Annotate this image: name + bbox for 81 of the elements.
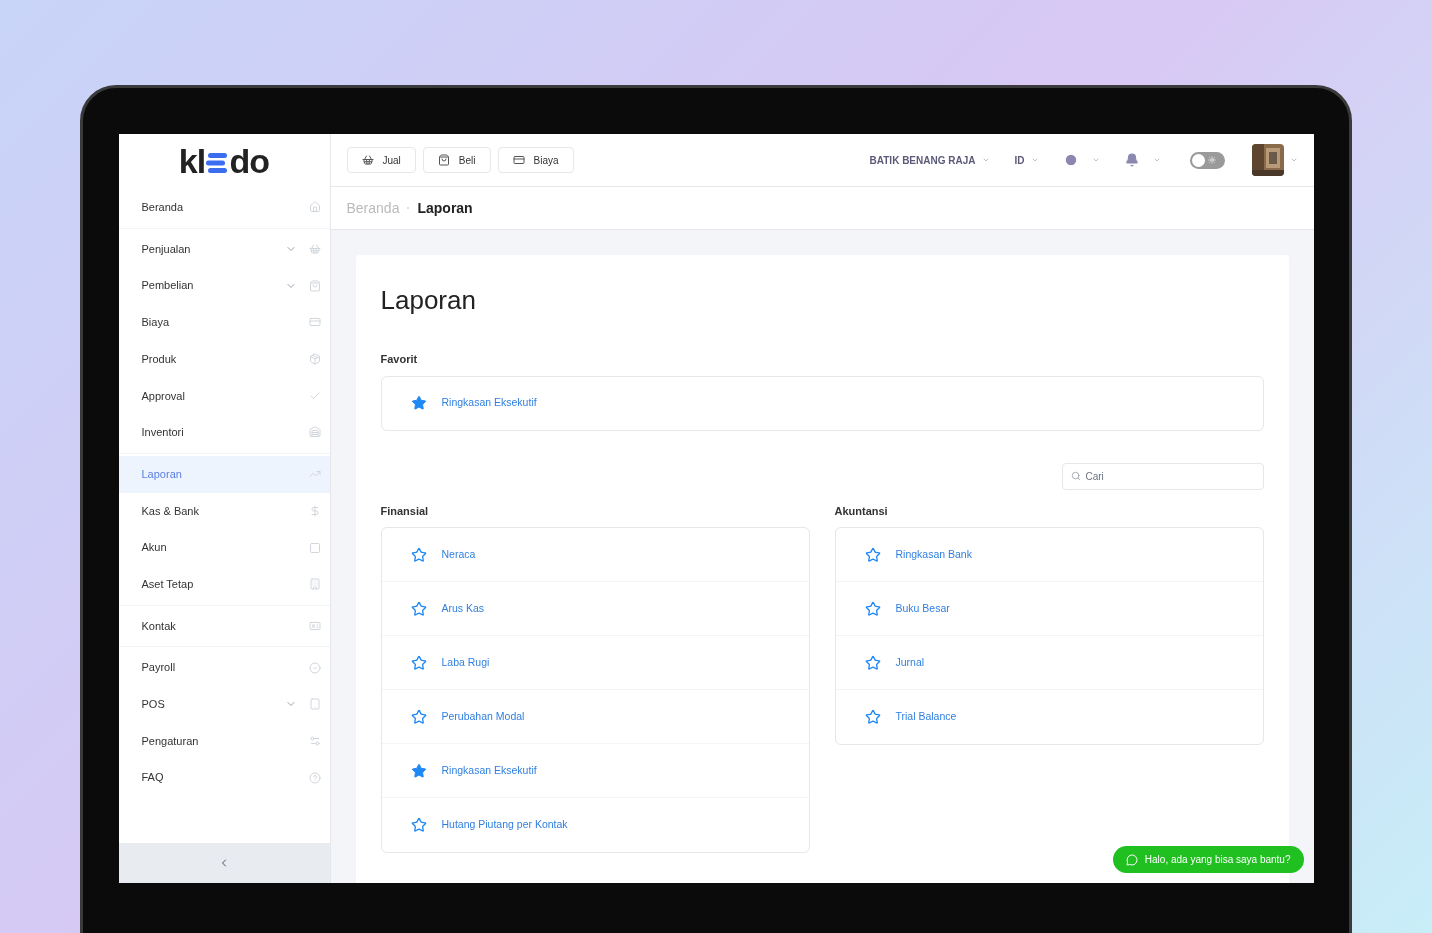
star-icon[interactable] bbox=[864, 654, 881, 671]
sidebar-item[interactable]: Payroll bbox=[118, 649, 330, 686]
avatar-button[interactable] bbox=[1251, 144, 1298, 176]
logo-text: kl bbox=[178, 143, 206, 178]
history-button[interactable] bbox=[1063, 153, 1100, 167]
search-field[interactable]: Cari bbox=[1061, 462, 1264, 490]
card-icon bbox=[512, 154, 525, 166]
sidebar-item[interactable]: Kontak bbox=[118, 607, 330, 645]
star-icon[interactable] bbox=[864, 600, 881, 617]
report-link[interactable]: Ringkasan Bank bbox=[895, 546, 972, 563]
sidebar-item[interactable]: Inventori bbox=[118, 414, 330, 451]
sidebar-item[interactable]: FAQ bbox=[118, 759, 330, 796]
star-icon[interactable] bbox=[410, 546, 427, 563]
sidebar-item[interactable]: Approval bbox=[118, 377, 330, 415]
star-icon[interactable] bbox=[410, 654, 427, 671]
sidebar-item[interactable]: Aset Tetap bbox=[118, 565, 330, 603]
caret-icon bbox=[1091, 156, 1100, 164]
basket-icon bbox=[308, 243, 321, 256]
bag-icon bbox=[437, 154, 450, 166]
caret-icon bbox=[981, 156, 990, 164]
sidebar-item[interactable]: Beranda bbox=[118, 189, 330, 226]
bell-icon bbox=[1124, 153, 1139, 167]
company-dropdown[interactable]: BATIK BENANG RAJA bbox=[869, 152, 990, 168]
tablet-icon bbox=[308, 698, 321, 711]
sidebar-item[interactable]: Laporan bbox=[118, 455, 330, 493]
report-link[interactable]: Arus Kas bbox=[441, 600, 485, 617]
report-link[interactable]: Trial Balance bbox=[895, 709, 957, 725]
toolbar-button[interactable]: Beli bbox=[422, 147, 491, 173]
settings-icon bbox=[308, 734, 321, 747]
logo-icon bbox=[206, 151, 229, 174]
toolbar-button[interactable]: Biaya bbox=[497, 147, 574, 173]
building-icon bbox=[308, 578, 321, 591]
sidebar-item[interactable]: Biaya bbox=[118, 304, 330, 341]
star-icon[interactable] bbox=[410, 708, 427, 725]
contact-card-icon bbox=[308, 619, 321, 632]
help-icon bbox=[308, 771, 321, 784]
home-icon bbox=[308, 201, 321, 214]
sidebar-item[interactable]: Produk bbox=[118, 340, 330, 378]
star-icon[interactable] bbox=[410, 762, 427, 779]
theme-toggle[interactable] bbox=[1189, 151, 1225, 169]
caret-icon bbox=[1152, 156, 1161, 164]
star-icon[interactable] bbox=[864, 709, 881, 725]
dollar-icon bbox=[308, 504, 321, 517]
warehouse-icon bbox=[308, 426, 321, 439]
caret-icon bbox=[1289, 156, 1298, 164]
star-icon[interactable] bbox=[410, 817, 427, 833]
report-link[interactable]: Hutang Piutang per Kontak bbox=[441, 817, 568, 833]
sun-icon bbox=[1207, 156, 1216, 164]
toolbar-button[interactable]: Jual bbox=[346, 147, 416, 173]
card-icon bbox=[308, 316, 321, 329]
search-icon bbox=[1070, 470, 1081, 481]
star-icon[interactable] bbox=[410, 395, 427, 411]
logo-text: do bbox=[229, 143, 270, 178]
bag-icon bbox=[308, 279, 321, 292]
circle-check-icon bbox=[308, 661, 321, 674]
section-title: Akuntansi bbox=[834, 503, 889, 519]
sidebar-item[interactable]: Pengaturan bbox=[118, 722, 330, 760]
section-title: Favorit bbox=[380, 352, 419, 367]
report-link[interactable]: Ringkasan Eksekutif bbox=[441, 762, 537, 779]
basket-icon bbox=[361, 154, 374, 166]
report-link[interactable]: Laba Rugi bbox=[441, 654, 490, 671]
star-icon[interactable] bbox=[864, 546, 881, 563]
report-link[interactable]: Perubahan Modal bbox=[441, 708, 525, 725]
sidebar-item[interactable]: Penjualan bbox=[118, 230, 330, 268]
caret-icon bbox=[1030, 156, 1039, 164]
sidebar-item[interactable]: Kas & Bank bbox=[118, 492, 330, 530]
star-icon[interactable] bbox=[410, 600, 427, 617]
language-dropdown[interactable]: ID bbox=[1014, 152, 1039, 168]
notification-button[interactable] bbox=[1124, 153, 1161, 167]
box-icon bbox=[308, 353, 321, 366]
chat-icon bbox=[1125, 853, 1138, 866]
report-link[interactable]: Neraca bbox=[441, 546, 476, 563]
page-title: Laporan bbox=[380, 284, 477, 317]
sidebar-item[interactable]: Akun bbox=[118, 529, 330, 566]
sidebar-item[interactable]: Pembelian bbox=[118, 267, 330, 305]
sidebar-item[interactable]: POS bbox=[118, 685, 330, 723]
report-link[interactable]: Ringkasan Eksekutif bbox=[441, 395, 537, 411]
report-link[interactable]: Jurnal bbox=[895, 654, 925, 671]
section-title: Finansial bbox=[380, 503, 430, 519]
breadcrumb-current: Laporan bbox=[417, 198, 473, 218]
report-link[interactable]: Buku Besar bbox=[895, 600, 950, 617]
